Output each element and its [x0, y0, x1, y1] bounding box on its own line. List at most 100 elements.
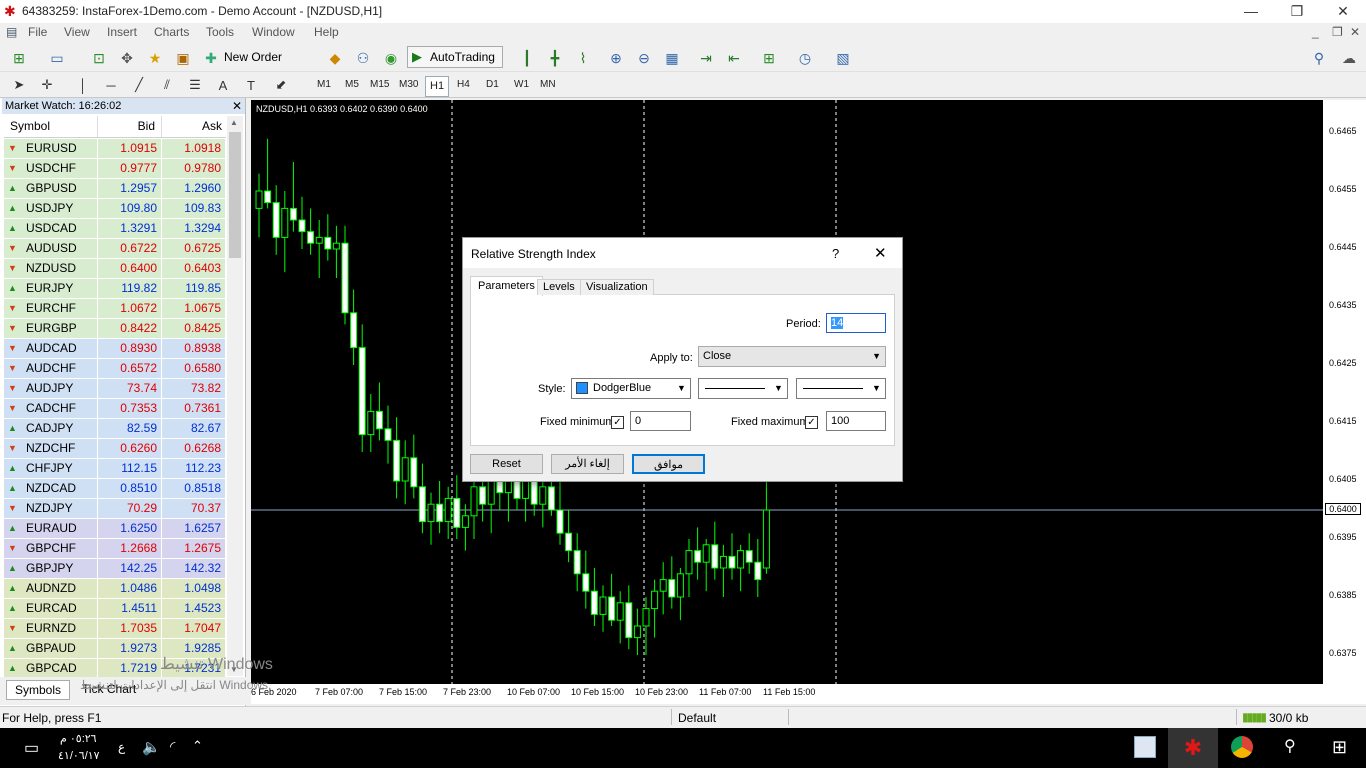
label-icon[interactable]: T — [240, 74, 262, 96]
new-chart-icon[interactable]: ⊞ — [8, 47, 30, 69]
chart-shift-icon[interactable]: ⇥ — [695, 47, 717, 69]
menu-window[interactable]: Window — [252, 25, 295, 39]
market-watch-row[interactable]: ▲ GBPJPY 142.25 142.32 — [4, 559, 226, 579]
radio-icon[interactable]: ◉ — [380, 47, 402, 69]
tf-h1[interactable]: H1 — [425, 76, 450, 97]
market-watch-row[interactable]: ▲ CHFJPY 112.15 112.23 — [4, 459, 226, 479]
market-watch-row[interactable]: ▲ USDJPY 109.80 109.83 — [4, 199, 226, 219]
line-chart-icon[interactable]: ⌇ — [572, 47, 594, 69]
templates-icon[interactable]: ▧ — [832, 47, 854, 69]
zoom-out-icon[interactable]: ⊖ — [633, 47, 655, 69]
signals-icon[interactable]: ⚇ — [352, 47, 374, 69]
market-watch-row[interactable]: ▼ AUDUSD 0.6722 0.6725 — [4, 239, 226, 259]
minimize-button[interactable]: — — [1228, 0, 1274, 23]
indicators-icon[interactable]: ⊞ — [758, 47, 780, 69]
market-watch-row[interactable]: ▼ EURNZD 1.7035 1.7047 — [4, 619, 226, 639]
fixed-minimum-input[interactable]: 0 — [630, 411, 691, 431]
market-watch-row[interactable]: ▲ EURAUD 1.6250 1.6257 — [4, 519, 226, 539]
market-watch-row[interactable]: ▼ AUDCAD 0.8930 0.8938 — [4, 339, 226, 359]
market-watch-row[interactable]: ▲ EURJPY 119.82 119.85 — [4, 279, 226, 299]
notification-icon[interactable]: ▭ — [24, 738, 39, 758]
column-symbol[interactable]: Symbol — [4, 116, 98, 137]
ok-button[interactable]: موافق — [632, 454, 705, 474]
market-watch-row[interactable]: ▲ USDCAD 1.3291 1.3294 — [4, 219, 226, 239]
tab-parameters[interactable]: Parameters — [470, 276, 543, 296]
market-watch-row[interactable]: ▲ NZDCAD 0.8510 0.8518 — [4, 479, 226, 499]
tf-m5[interactable]: M5 — [341, 76, 363, 94]
market-watch-row[interactable]: ▼ NZDJPY 70.29 70.37 — [4, 499, 226, 519]
market-watch-row[interactable]: ▼ CADCHF 0.7353 0.7361 — [4, 399, 226, 419]
tf-m30[interactable]: M30 — [395, 76, 422, 94]
menu-insert[interactable]: Insert — [107, 25, 137, 39]
market-watch-row[interactable]: ▲ CADJPY 82.59 82.67 — [4, 419, 226, 439]
dialog-help-button[interactable]: ? — [832, 246, 839, 261]
chrome-app-icon[interactable] — [1231, 736, 1253, 758]
experts-icon[interactable]: ◆ — [324, 47, 346, 69]
market-watch-row[interactable]: ▼ AUDJPY 73.74 73.82 — [4, 379, 226, 399]
fixed-maximum-checkbox[interactable]: ✓ — [805, 416, 818, 429]
cursor-icon[interactable]: ➤ — [8, 74, 30, 96]
new-order-icon[interactable]: ✚ — [200, 47, 222, 69]
market-watch-row[interactable]: ▼ AUDCHF 0.6572 0.6580 — [4, 359, 226, 379]
vertical-line-icon[interactable]: │ — [72, 74, 94, 96]
chat-icon[interactable]: ☁ — [1338, 47, 1360, 69]
profiles-icon[interactable]: ▭ — [46, 47, 68, 69]
chevron-up-icon[interactable]: ⌃ — [192, 738, 203, 754]
taskbar-language[interactable]: ع — [118, 740, 125, 754]
menu-file[interactable]: File — [28, 25, 47, 39]
scroll-up-icon[interactable]: ▲ — [230, 118, 238, 127]
terminal-icon[interactable]: ▣ — [172, 47, 194, 69]
market-watch-close-icon[interactable]: ✕ — [232, 99, 242, 113]
zoom-in-icon[interactable]: ⊕ — [605, 47, 627, 69]
dialog-close-button[interactable]: ✕ — [874, 244, 887, 262]
start-icon[interactable]: ⊞ — [1332, 737, 1347, 758]
tf-mn[interactable]: MN — [536, 76, 560, 94]
tab-levels[interactable]: Levels — [537, 279, 581, 295]
tab-visualization[interactable]: Visualization — [580, 279, 654, 295]
market-watch-row[interactable]: ▲ GBPUSD 1.2957 1.2960 — [4, 179, 226, 199]
horizontal-line-icon[interactable]: ─ — [100, 74, 122, 96]
new-order-button[interactable]: New Order — [224, 50, 282, 64]
candlestick-icon[interactable]: ╋ — [544, 47, 566, 69]
market-watch-row[interactable]: ▼ EURGBP 0.8422 0.8425 — [4, 319, 226, 339]
crosshair-icon[interactable]: ✛ — [36, 74, 58, 96]
tf-m1[interactable]: M1 — [313, 76, 335, 94]
menu-tools[interactable]: Tools — [206, 25, 234, 39]
close-button[interactable]: ✕ — [1320, 0, 1366, 23]
market-watch-row[interactable]: ▲ AUDNZD 1.0486 1.0498 — [4, 579, 226, 599]
tf-d1[interactable]: D1 — [482, 76, 503, 94]
periods-icon[interactable]: ◷ — [794, 47, 816, 69]
tile-windows-icon[interactable]: ▦ — [661, 47, 683, 69]
tf-h4[interactable]: H4 — [453, 76, 474, 94]
trendline-icon[interactable]: ╱ — [128, 74, 150, 96]
bar-chart-icon[interactable]: ┃ — [516, 47, 538, 69]
tf-w1[interactable]: W1 — [510, 76, 533, 94]
wifi-icon[interactable]: ◜ — [170, 738, 175, 755]
reset-button[interactable]: Reset — [470, 454, 543, 474]
market-watch-row[interactable]: ▲ EURCAD 1.4511 1.4523 — [4, 599, 226, 619]
period-input[interactable]: 14 — [826, 313, 886, 333]
arrows-icon[interactable]: ⬋ — [270, 74, 292, 96]
restore-button[interactable]: ❐ — [1274, 0, 1320, 23]
search-icon[interactable]: ⚲ — [1284, 736, 1296, 756]
market-watch-row[interactable]: ▼ NZDUSD 0.6400 0.6403 — [4, 259, 226, 279]
menu-charts[interactable]: Charts — [154, 25, 189, 39]
mdi-minimize-icon[interactable]: _ — [1312, 25, 1319, 39]
tab-symbols[interactable]: Symbols — [6, 680, 71, 700]
tf-m15[interactable]: M15 — [366, 76, 393, 94]
cancel-button[interactable]: إلغاء الأمر — [551, 454, 624, 474]
fibonacci-icon[interactable]: ☰ — [184, 74, 206, 96]
menu-view[interactable]: View — [64, 25, 90, 39]
market-watch-row[interactable]: ▼ NZDCHF 0.6260 0.6268 — [4, 439, 226, 459]
column-ask[interactable]: Ask — [162, 116, 226, 137]
search-icon[interactable]: ⚲ — [1308, 47, 1330, 69]
market-watch-row[interactable]: ▼ USDCHF 0.9777 0.9780 — [4, 159, 226, 179]
market-watch-icon[interactable]: ⊡ — [88, 47, 110, 69]
paint-app-icon[interactable] — [1134, 736, 1156, 758]
volume-icon[interactable]: 🔈 — [142, 738, 161, 756]
mdi-restore-icon[interactable]: ❐ — [1332, 25, 1343, 39]
apply-to-select[interactable]: Close ▼ — [698, 346, 886, 367]
market-watch-row[interactable]: ▼ EURCHF 1.0672 1.0675 — [4, 299, 226, 319]
fixed-minimum-checkbox[interactable]: ✓ — [611, 416, 624, 429]
scrollbar-thumb[interactable] — [229, 132, 241, 258]
